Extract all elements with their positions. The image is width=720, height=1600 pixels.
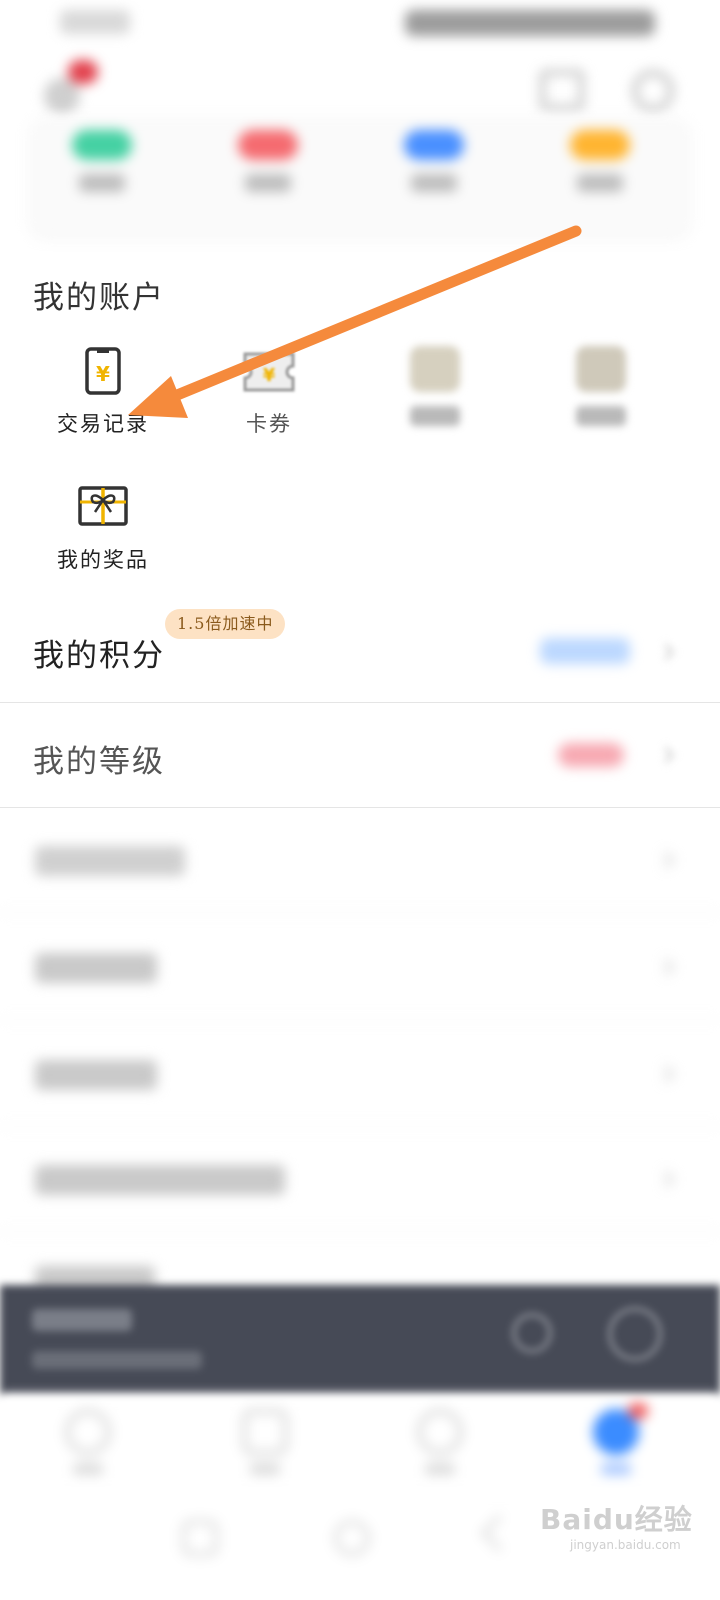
watermark-url: jingyan.baidu.com (570, 1538, 681, 1552)
transaction-record-button[interactable]: ¥ 交易记录 (43, 346, 163, 438)
points-row[interactable]: 我的积分 (0, 600, 720, 702)
quick-action-label (577, 174, 623, 192)
gift-box-icon (71, 482, 135, 536)
chevron-right-icon (657, 851, 675, 869)
account-item-3-label (410, 406, 460, 426)
chevron-right-icon (657, 958, 675, 976)
home-icon[interactable] (334, 1520, 370, 1556)
tab-1[interactable] (58, 1409, 118, 1475)
mini-player[interactable] (0, 1285, 720, 1395)
player-title (32, 1309, 132, 1331)
player-subtitle (32, 1351, 202, 1369)
account-item-4-label (576, 406, 626, 426)
yellow-pill-icon (570, 130, 630, 160)
back-icon[interactable] (480, 1514, 518, 1552)
svg-text:¥: ¥ (263, 365, 276, 386)
status-bar (0, 0, 720, 50)
quick-action-1[interactable] (62, 130, 142, 192)
notification-dot (68, 60, 98, 84)
coupon-icon: ¥ (237, 346, 301, 400)
list-row-label (35, 1060, 157, 1090)
points-value (540, 638, 630, 664)
list-row[interactable] (0, 1020, 720, 1126)
list-row-label (35, 953, 157, 983)
chevron-right-icon (657, 1065, 675, 1083)
favorite-icon[interactable] (512, 1313, 552, 1353)
recent-apps-icon[interactable] (182, 1520, 218, 1556)
baidu-watermark: Baidu经验 jingyan.baidu.com (540, 1490, 710, 1552)
tab-2[interactable] (235, 1409, 295, 1475)
points-title: 我的积分 (33, 638, 165, 674)
notification-dot (628, 1403, 648, 1419)
watermark-text: Baidu经验 (540, 1503, 693, 1536)
quick-actions-card (30, 118, 690, 236)
coupon-label: 卡券 (246, 412, 292, 436)
list-row[interactable] (0, 1127, 720, 1231)
play-icon[interactable] (608, 1307, 662, 1361)
avatar-icon (44, 78, 80, 114)
account-item-3[interactable] (375, 346, 495, 426)
tab-3-icon (417, 1409, 463, 1455)
status-time (60, 10, 130, 34)
transaction-record-label: 交易记录 (57, 412, 149, 436)
scan-icon[interactable] (540, 70, 584, 110)
quick-action-2[interactable] (228, 130, 308, 192)
chevron-right-icon (657, 643, 675, 661)
account-section-title: 我的账户 (33, 280, 165, 316)
tab-3[interactable] (410, 1409, 470, 1475)
speed-badge: 1.5倍加速中 (165, 609, 286, 639)
list-row[interactable] (0, 1232, 720, 1296)
quick-action-3[interactable] (394, 130, 474, 192)
level-title: 我的等级 (33, 744, 165, 780)
quick-action-4[interactable] (560, 130, 640, 192)
tab-mine[interactable] (586, 1403, 648, 1475)
quick-action-label (411, 174, 457, 192)
tab-1-icon (65, 1409, 111, 1455)
avatar[interactable] (40, 60, 110, 120)
tab-1-label (73, 1463, 103, 1475)
tab-3-label (425, 1463, 455, 1475)
chevron-right-icon (657, 1170, 675, 1188)
settings-icon[interactable] (632, 70, 674, 112)
green-pill-icon (72, 130, 132, 160)
my-prizes-button[interactable]: 我的奖品 (43, 482, 163, 574)
level-badge (558, 743, 624, 767)
my-prizes-label: 我的奖品 (57, 548, 149, 572)
quick-action-label (245, 174, 291, 192)
blue-pill-icon (404, 130, 464, 160)
chevron-right-icon (657, 746, 675, 764)
tab-mine-label (601, 1463, 631, 1475)
tab-2-label (250, 1463, 280, 1475)
list-row-label (35, 1165, 285, 1195)
list-row-label (35, 846, 185, 876)
tab-2-icon (242, 1409, 288, 1455)
bottom-tab-bar (0, 1395, 720, 1490)
level-row[interactable]: 我的等级 (0, 703, 720, 807)
quick-action-label (79, 174, 125, 192)
list-row[interactable] (0, 808, 720, 912)
blurred-item-icon (410, 346, 460, 392)
blurred-item-icon (576, 346, 626, 392)
list-row[interactable] (0, 913, 720, 1019)
red-pill-icon (238, 130, 298, 160)
account-item-4[interactable] (541, 346, 661, 426)
svg-text:¥: ¥ (96, 362, 110, 386)
transaction-record-icon: ¥ (71, 346, 135, 400)
coupon-button[interactable]: ¥ 卡券 (209, 346, 329, 438)
status-icons (405, 10, 655, 36)
